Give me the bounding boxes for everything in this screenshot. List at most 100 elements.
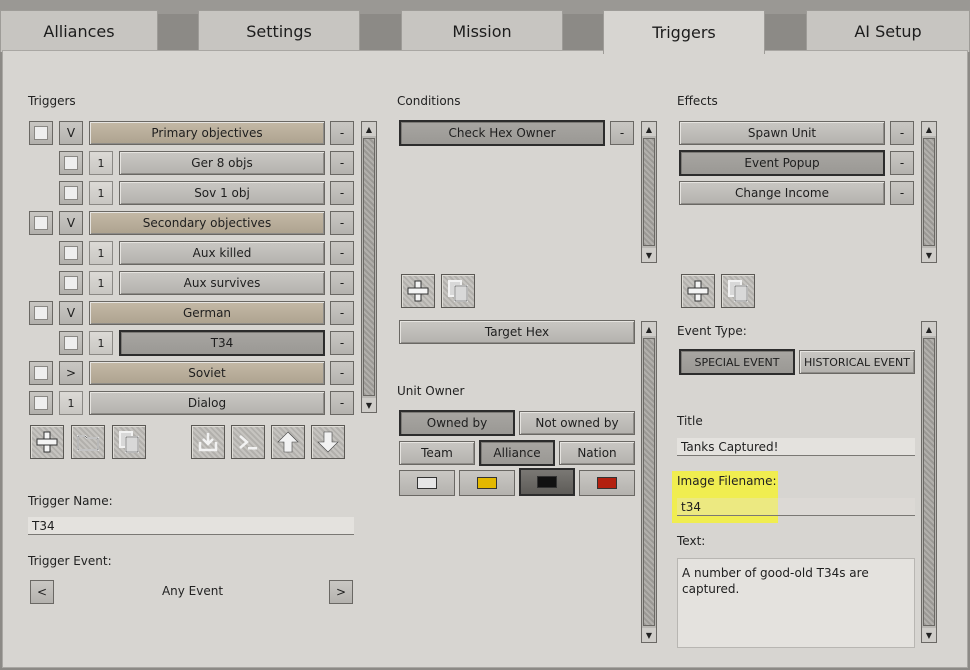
- scrollbar-thumb[interactable]: [923, 138, 935, 246]
- scroll-up-arrow-icon[interactable]: ▲: [922, 122, 936, 136]
- condition-item-check-hex-owner[interactable]: Check Hex Owner: [399, 120, 605, 146]
- trigger-count: 1: [89, 241, 113, 265]
- trigger-item-soviet[interactable]: Soviet: [89, 361, 325, 385]
- move-up-button[interactable]: [271, 425, 305, 459]
- tab-triggers[interactable]: Triggers: [603, 10, 765, 54]
- team-button[interactable]: Team: [399, 441, 475, 465]
- tab-alliances[interactable]: Alliances: [0, 10, 158, 52]
- copy-trigger-button[interactable]: [112, 425, 146, 459]
- effect-item-event-popup[interactable]: Event Popup: [679, 150, 885, 176]
- add-effect-button[interactable]: [681, 274, 715, 308]
- trigger-expand-toggle[interactable]: V: [59, 211, 83, 235]
- effect-remove-button[interactable]: -: [890, 181, 914, 205]
- trigger-remove-button[interactable]: -: [330, 151, 354, 175]
- copy-effect-button[interactable]: [721, 274, 755, 308]
- not-owned-by-button[interactable]: Not owned by: [519, 411, 635, 435]
- trigger-remove-button[interactable]: -: [330, 271, 354, 295]
- effect-item-spawn-unit[interactable]: Spawn Unit: [679, 121, 885, 145]
- trigger-checkbox[interactable]: [29, 391, 53, 415]
- add-trigger-button[interactable]: [30, 425, 64, 459]
- trigger-remove-button[interactable]: -: [330, 121, 354, 145]
- import-trigger-button[interactable]: [191, 425, 225, 459]
- trigger-item-dialog[interactable]: Dialog: [89, 391, 325, 415]
- effect-item-change-income[interactable]: Change Income: [679, 181, 885, 205]
- color-swatch-red[interactable]: [579, 470, 635, 496]
- color-swatch-yellow[interactable]: [459, 470, 515, 496]
- trigger-item-ger-8-objs[interactable]: Ger 8 objs: [119, 151, 325, 175]
- effect-detail-scrollbar[interactable]: ▲ ▼: [921, 321, 937, 643]
- scroll-down-arrow-icon[interactable]: ▼: [922, 248, 936, 262]
- effects-scrollbar[interactable]: ▲ ▼: [921, 121, 937, 263]
- color-swatch-white[interactable]: [399, 470, 455, 496]
- tab-label: Alliances: [43, 22, 115, 41]
- image-filename-input[interactable]: t34: [677, 498, 915, 516]
- trigger-remove-button[interactable]: -: [330, 211, 354, 235]
- trigger-item-aux-killed[interactable]: Aux killed: [119, 241, 325, 265]
- tab-settings[interactable]: Settings: [198, 10, 360, 52]
- scrollbar-thumb[interactable]: [363, 138, 375, 396]
- historical-event-button[interactable]: HISTORICAL EVENT: [799, 350, 915, 374]
- trigger-item-t34[interactable]: T34: [119, 330, 325, 356]
- scroll-down-arrow-icon[interactable]: ▼: [922, 628, 936, 642]
- tab-label: Mission: [452, 22, 512, 41]
- color-swatch-black[interactable]: [519, 468, 575, 496]
- trigger-checkbox[interactable]: [59, 271, 83, 295]
- trigger-checkbox[interactable]: [29, 211, 53, 235]
- event-text-area[interactable]: A number of good-old T34s are captured.: [677, 558, 915, 648]
- trigger-checkbox[interactable]: [59, 331, 83, 355]
- trigger-expand-toggle[interactable]: V: [59, 121, 83, 145]
- target-hex-button[interactable]: Target Hex: [399, 320, 635, 344]
- tab-ai-setup[interactable]: AI Setup: [806, 10, 970, 52]
- trigger-item-primary-objectives[interactable]: Primary objectives: [89, 121, 325, 145]
- trigger-remove-button[interactable]: -: [330, 241, 354, 265]
- trigger-event-prev-button[interactable]: <: [30, 580, 54, 604]
- scrollbar-thumb[interactable]: [643, 338, 655, 626]
- scroll-up-arrow-icon[interactable]: ▲: [362, 122, 376, 136]
- scroll-up-arrow-icon[interactable]: ▲: [642, 322, 656, 336]
- trigger-item-sov-1-obj[interactable]: Sov 1 obj: [119, 181, 325, 205]
- trigger-checkbox[interactable]: [29, 121, 53, 145]
- conditions-scrollbar[interactable]: ▲ ▼: [641, 121, 657, 263]
- title-input[interactable]: Tanks Captured!: [677, 438, 915, 456]
- trigger-checkbox[interactable]: [59, 181, 83, 205]
- scrollbar-thumb[interactable]: [643, 138, 655, 246]
- trigger-remove-button[interactable]: -: [330, 391, 354, 415]
- condition-remove-button[interactable]: -: [610, 121, 634, 145]
- effect-remove-button[interactable]: -: [890, 151, 914, 175]
- add-folder-button[interactable]: [71, 425, 105, 459]
- effect-remove-button[interactable]: -: [890, 121, 914, 145]
- trigger-item-german[interactable]: German: [89, 301, 325, 325]
- scroll-up-arrow-icon[interactable]: ▲: [922, 322, 936, 336]
- trigger-item-secondary-objectives[interactable]: Secondary objectives: [89, 211, 325, 235]
- plus-icon: [407, 280, 429, 302]
- trigger-expand-toggle[interactable]: V: [59, 301, 83, 325]
- trigger-checkbox[interactable]: [29, 361, 53, 385]
- trigger-event-next-button[interactable]: >: [329, 580, 353, 604]
- tab-mission[interactable]: Mission: [401, 10, 563, 52]
- scroll-up-arrow-icon[interactable]: ▲: [642, 122, 656, 136]
- scroll-down-arrow-icon[interactable]: ▼: [362, 398, 376, 412]
- trigger-checkbox[interactable]: [59, 241, 83, 265]
- trigger-item-aux-survives[interactable]: Aux survives: [119, 271, 325, 295]
- scrollbar-thumb[interactable]: [923, 338, 935, 626]
- trigger-remove-button[interactable]: -: [330, 301, 354, 325]
- trigger-name-input[interactable]: T34: [28, 517, 354, 535]
- owned-by-button[interactable]: Owned by: [399, 410, 515, 436]
- nation-button[interactable]: Nation: [559, 441, 635, 465]
- trigger-checkbox[interactable]: [59, 151, 83, 175]
- condition-detail-scrollbar[interactable]: ▲ ▼: [641, 321, 657, 643]
- trigger-list-scrollbar[interactable]: ▲ ▼: [361, 121, 377, 413]
- trigger-remove-button[interactable]: -: [330, 181, 354, 205]
- add-condition-button[interactable]: [401, 274, 435, 308]
- copy-condition-button[interactable]: [441, 274, 475, 308]
- trigger-checkbox[interactable]: [29, 301, 53, 325]
- script-trigger-button[interactable]: [231, 425, 265, 459]
- scroll-down-arrow-icon[interactable]: ▼: [642, 628, 656, 642]
- scroll-down-arrow-icon[interactable]: ▼: [642, 248, 656, 262]
- special-event-button[interactable]: SPECIAL EVENT: [679, 349, 795, 375]
- trigger-expand-toggle[interactable]: >: [59, 361, 83, 385]
- move-down-button[interactable]: [311, 425, 345, 459]
- trigger-remove-button[interactable]: -: [330, 361, 354, 385]
- alliance-button[interactable]: Alliance: [479, 440, 555, 466]
- trigger-remove-button[interactable]: -: [330, 331, 354, 355]
